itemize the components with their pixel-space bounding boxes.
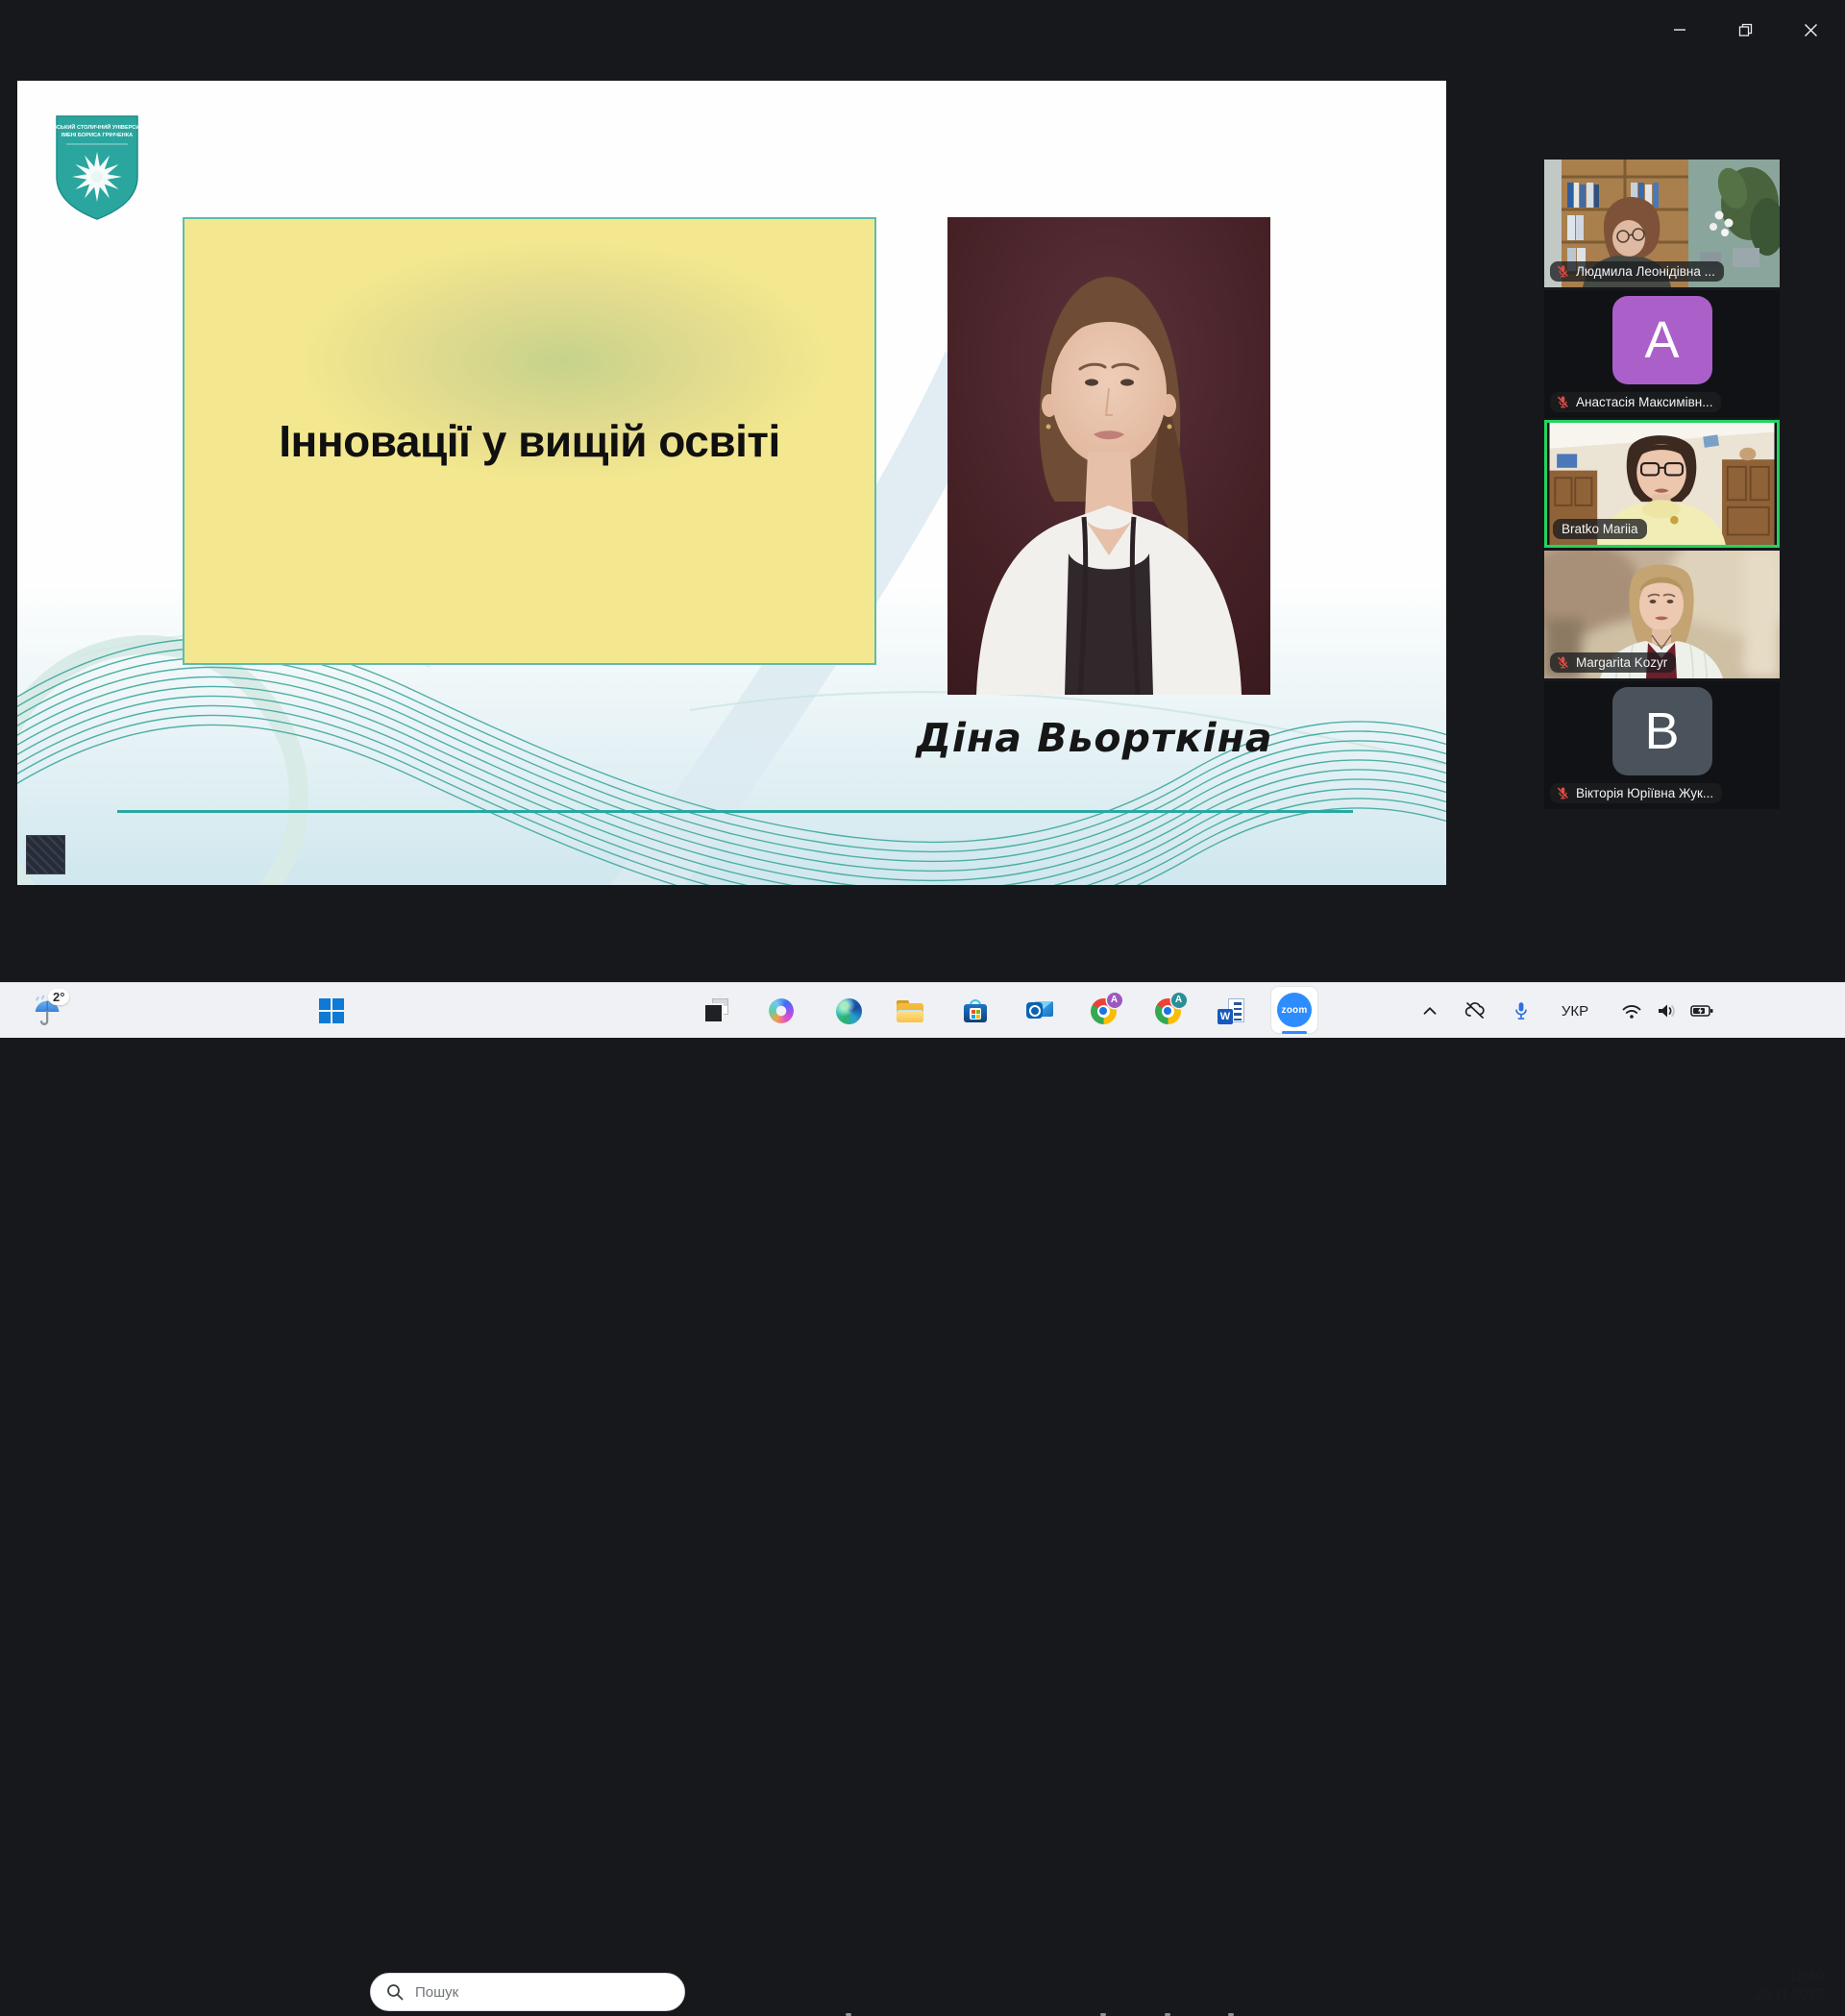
temperature-badge: 2° xyxy=(48,989,69,1005)
microphone-in-use-button[interactable] xyxy=(1502,983,1540,1039)
microsoft-store-button[interactable] xyxy=(954,983,996,1039)
chrome-icon: A xyxy=(1091,998,1117,1024)
presenter-portrait-image xyxy=(947,217,1270,695)
chrome-profile2-button[interactable]: A xyxy=(1146,983,1189,1039)
participant-tile[interactable]: Людмила Леонідівна ... xyxy=(1544,160,1780,287)
chrome-profile-badge: A xyxy=(1107,993,1122,1008)
slide-title: Інновації у вищій освіті xyxy=(265,417,794,466)
folder-icon xyxy=(897,1000,923,1022)
battery-button[interactable] xyxy=(1683,983,1721,1039)
chevron-up-icon xyxy=(1419,1000,1440,1021)
slide-underline-rule xyxy=(117,810,1353,813)
participant-tile[interactable]: В Вікторія Юріївна Жук... xyxy=(1544,681,1780,809)
outlook-icon xyxy=(1026,998,1053,1023)
muted-mic-icon xyxy=(1556,264,1570,279)
chrome-profile-badge: A xyxy=(1171,993,1187,1008)
zoom-icon: zoom xyxy=(1277,993,1312,1027)
search-input[interactable] xyxy=(413,1983,648,2002)
onedrive-status-button[interactable] xyxy=(1456,983,1494,1039)
clock-widget[interactable]: 12:40 20.11.2025 xyxy=(1756,1968,1825,2004)
participant-name-label: Margarita Kozyr xyxy=(1550,652,1676,673)
task-view-icon xyxy=(703,998,728,1023)
language-indicator[interactable]: УКР xyxy=(1550,983,1600,1039)
participant-name-label: Вікторія Юріївна Жук... xyxy=(1550,783,1722,803)
volume-button[interactable] xyxy=(1648,983,1685,1039)
participant-name-label: Анастасія Максимівн... xyxy=(1550,392,1721,412)
zoom-app-button[interactable]: zoom xyxy=(1271,987,1317,1033)
slide-corner-square xyxy=(26,835,65,874)
zoom-active-indicator xyxy=(1282,1031,1307,1034)
presenter-name: Діна Вьорткіна xyxy=(902,715,1287,761)
muted-mic-icon xyxy=(1556,395,1570,409)
restore-icon xyxy=(1738,23,1753,37)
edge-browser-button[interactable] xyxy=(827,983,870,1039)
tray-date: 20.11.2025 xyxy=(1756,1986,1825,2004)
tray-time: 12:40 xyxy=(1756,1968,1825,1986)
battery-icon xyxy=(1689,999,1714,1022)
outlook-button[interactable] xyxy=(1019,983,1061,1039)
participant-tile[interactable]: Margarita Kozyr xyxy=(1544,551,1780,678)
minimize-button[interactable] xyxy=(1658,11,1702,49)
svg-text:ІМЕНІ БОРИСА ГРІНЧЕНКА: ІМЕНІ БОРИСА ГРІНЧЕНКА xyxy=(62,133,133,138)
word-button[interactable]: W xyxy=(1210,983,1252,1039)
svg-text:КИЇВСЬКИЙ СТОЛИЧНИЙ УНІВЕРСИТЕ: КИЇВСЬКИЙ СТОЛИЧНИЙ УНІВЕРСИТЕТ xyxy=(53,123,141,131)
windows-logo-icon xyxy=(319,998,344,1023)
windows-taskbar: 2° xyxy=(0,982,1845,1038)
copilot-icon xyxy=(769,998,794,1023)
weather-widget[interactable]: 2° xyxy=(15,983,83,1039)
cloud-off-icon xyxy=(1464,999,1487,1022)
participant-name-label: Bratko Mariia xyxy=(1553,519,1647,539)
speaker-icon xyxy=(1655,999,1678,1022)
edge-icon xyxy=(836,998,862,1024)
participant-name-label: Людмила Леонідівна ... xyxy=(1550,261,1724,282)
tray-chevron-button[interactable] xyxy=(1411,983,1449,1039)
copilot-button[interactable] xyxy=(760,983,802,1039)
slide-title-box: Інновації у вищій освіті xyxy=(183,217,876,665)
close-button[interactable] xyxy=(1788,11,1833,49)
word-icon: W xyxy=(1218,997,1244,1024)
wifi-status-button[interactable] xyxy=(1612,983,1651,1039)
file-explorer-button[interactable] xyxy=(889,983,931,1039)
shared-screen-slide: КИЇВСЬКИЙ СТОЛИЧНИЙ УНІВЕРСИТЕТ ІМЕНІ БО… xyxy=(17,81,1446,885)
microsoft-store-icon xyxy=(963,998,988,1023)
restore-button[interactable] xyxy=(1723,11,1767,49)
taskbar-search[interactable] xyxy=(370,1973,685,2011)
chrome-profile1-button[interactable]: A xyxy=(1082,983,1124,1039)
presenter-photo xyxy=(947,217,1270,695)
close-icon xyxy=(1804,23,1818,37)
muted-mic-icon xyxy=(1556,655,1570,670)
university-logo: КИЇВСЬКИЙ СТОЛИЧНИЙ УНІВЕРСИТЕТ ІМЕНІ БО… xyxy=(53,113,141,223)
participant-tile[interactable]: А Анастасія Максимівн... xyxy=(1544,290,1780,418)
muted-mic-icon xyxy=(1556,786,1570,800)
participant-tile-active-speaker[interactable]: Bratko Mariia xyxy=(1544,420,1780,548)
minimize-icon xyxy=(1673,23,1686,37)
participant-avatar: А xyxy=(1612,296,1712,384)
wifi-icon xyxy=(1620,999,1643,1022)
participant-avatar: В xyxy=(1612,687,1712,775)
university-shield-icon: КИЇВСЬКИЙ СТОЛИЧНИЙ УНІВЕРСИТЕТ ІМЕНІ БО… xyxy=(53,113,141,223)
search-icon xyxy=(386,1983,404,2001)
task-view-button[interactable] xyxy=(695,983,737,1039)
start-button[interactable] xyxy=(310,983,353,1039)
microphone-icon xyxy=(1511,1000,1532,1021)
chrome-icon: A xyxy=(1155,998,1181,1024)
